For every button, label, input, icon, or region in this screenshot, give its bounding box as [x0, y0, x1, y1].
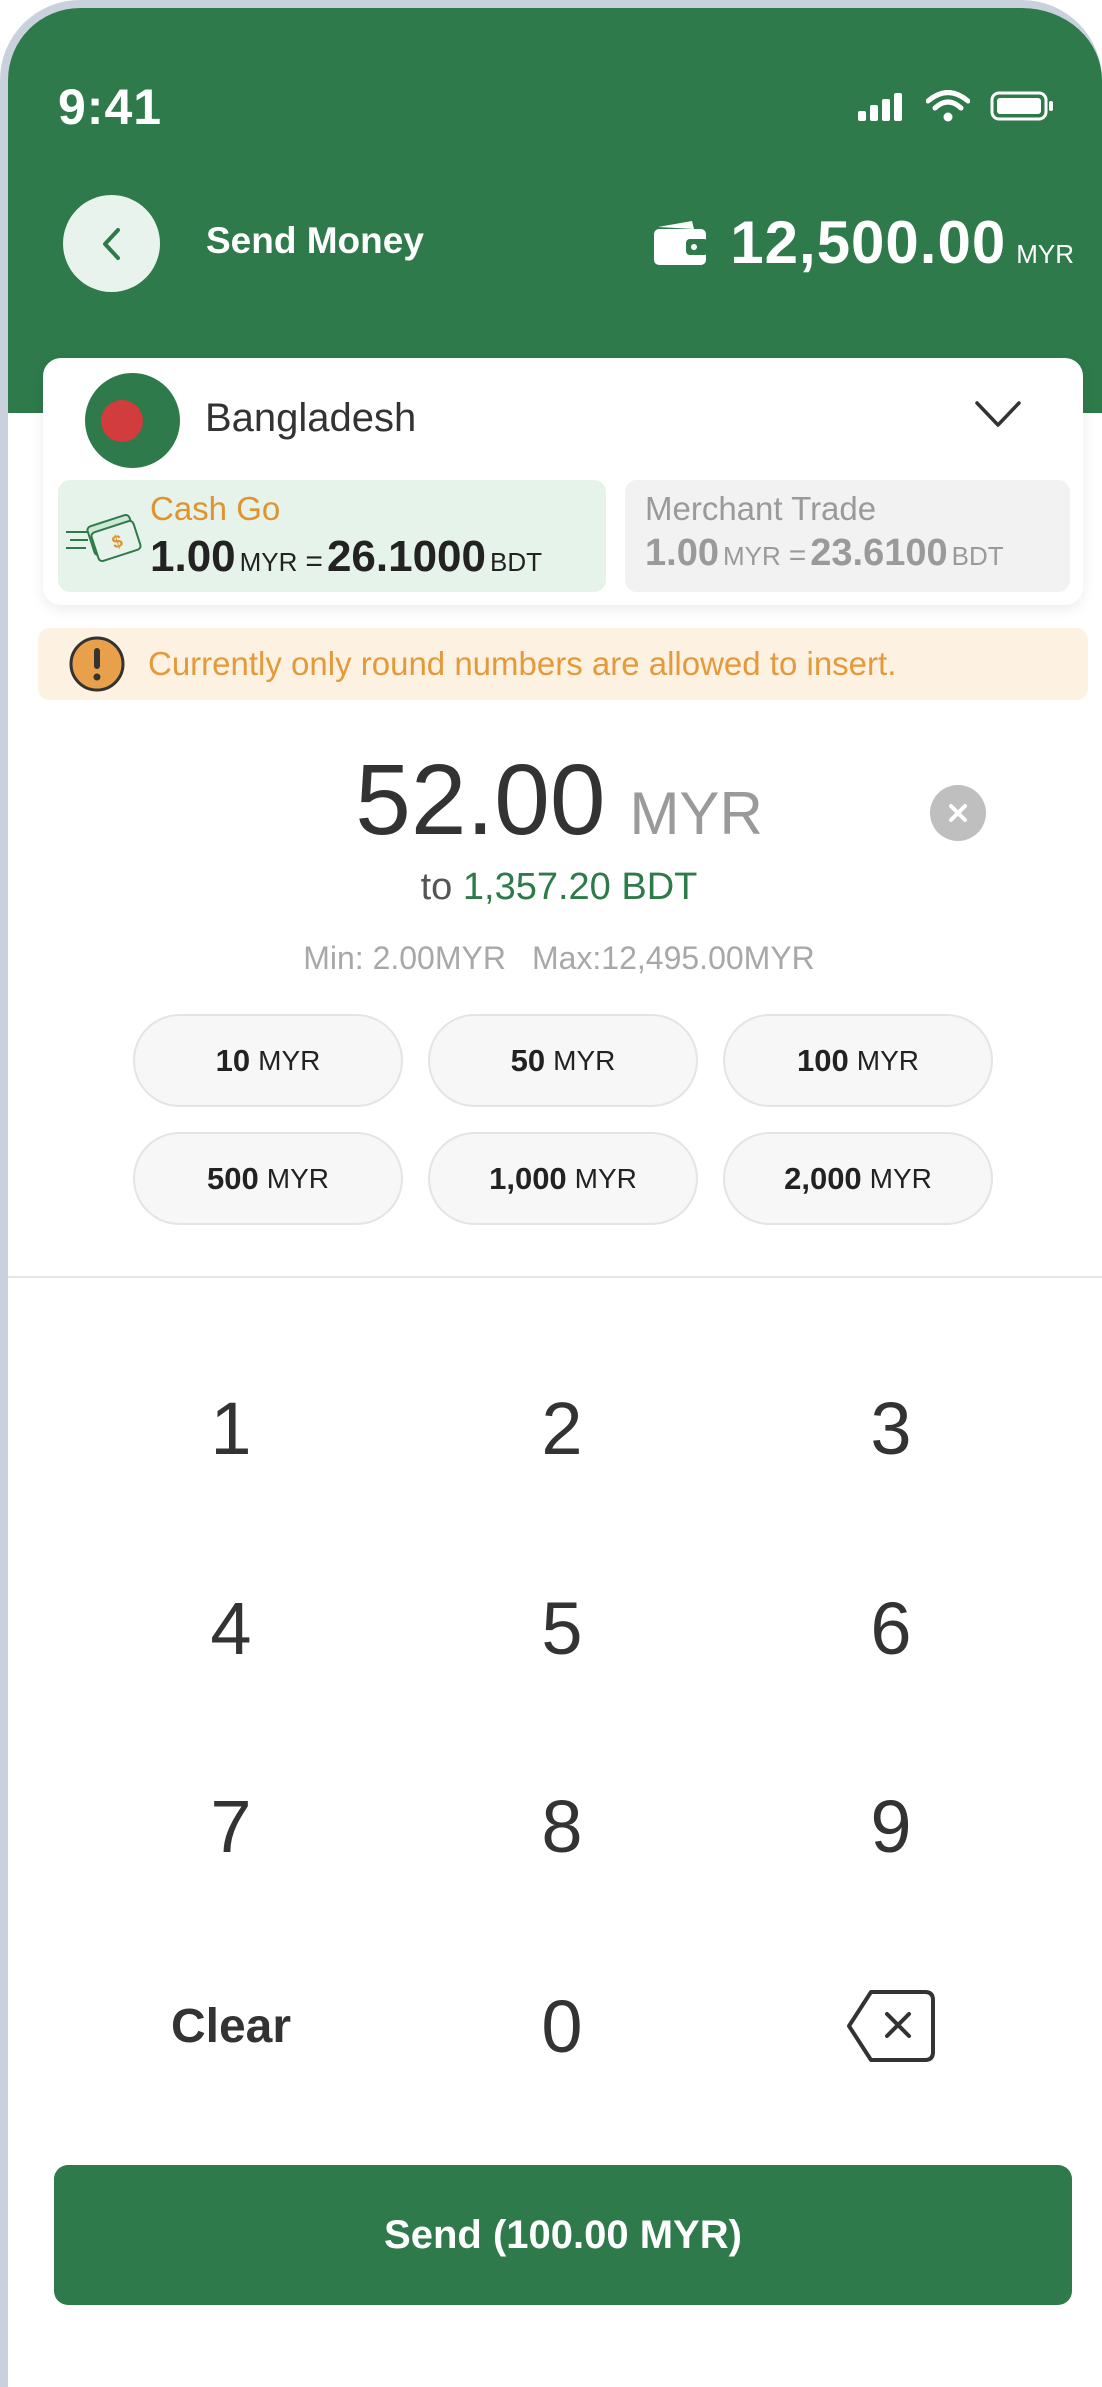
- status-time: 9:41: [58, 79, 163, 135]
- key-8[interactable]: 8: [462, 1746, 662, 1906]
- quick-amount-chip[interactable]: 10 MYR: [133, 1014, 403, 1107]
- phone-screen: 9:41 Send Money 12,500.00 MYR Bangladesh…: [0, 0, 1102, 2387]
- wifi-icon: [926, 90, 970, 122]
- quick-amount-chip[interactable]: 500 MYR: [133, 1132, 403, 1225]
- amount-value: 52.00: [355, 744, 606, 856]
- quick-amount-chip[interactable]: 2,000 MYR: [723, 1132, 993, 1225]
- balance-amount: 12,500.00: [730, 209, 1007, 276]
- page-title: Send Money: [206, 220, 424, 261]
- balance-currency: MYR: [1016, 239, 1074, 269]
- key-9[interactable]: 9: [791, 1746, 991, 1906]
- exchange-rate: 1.00 MYR =26.1000 BDT: [150, 532, 543, 581]
- battery-icon: [990, 91, 1053, 121]
- amount-currency: MYR: [629, 780, 763, 847]
- amount-limits: Min: 2.00MYR Max:12,495.00MYR: [8, 940, 1102, 977]
- rate-option-merchant-trade[interactable]: Merchant Trade 1.00 MYR = 23.6100 BDT: [625, 480, 1070, 592]
- rate-label: Cash Go: [150, 490, 281, 527]
- converted-amount: to 1,357.20 BDT: [420, 866, 698, 908]
- cash-money-icon: $: [66, 513, 142, 563]
- max-limit: Max:12,495.00MYR: [531, 940, 815, 976]
- send-button[interactable]: Send (100.00 MYR): [54, 2165, 1072, 2305]
- warning-banner: Currently only round numbers are allowed…: [38, 628, 1088, 700]
- quick-amount-chip[interactable]: 50 MYR: [428, 1014, 698, 1107]
- quick-amount-chip[interactable]: 1,000 MYR: [428, 1132, 698, 1225]
- warning-icon: [69, 636, 125, 692]
- exchange-rate: 1.00 MYR = 23.6100 BDT: [645, 532, 1004, 574]
- back-button[interactable]: [63, 195, 160, 292]
- key-7[interactable]: 7: [131, 1746, 331, 1906]
- quick-amount-chip[interactable]: 100 MYR: [723, 1014, 993, 1107]
- backspace-icon: [847, 1990, 935, 2062]
- rate-option-cash-go[interactable]: $ Cash Go 1.00 MYR =26.1000 BDT: [58, 480, 606, 592]
- key-2[interactable]: 2: [462, 1348, 662, 1508]
- key-1[interactable]: 1: [131, 1348, 331, 1508]
- key-3[interactable]: 3: [791, 1348, 991, 1508]
- key-5[interactable]: 5: [462, 1548, 662, 1708]
- chevron-left-icon: [102, 227, 120, 260]
- key-6[interactable]: 6: [791, 1548, 991, 1708]
- key-backspace[interactable]: [791, 1946, 991, 2106]
- quick-amounts: 10 MYR 50 MYR 100 MYR 500 MYR 1,000 MYR 2,000…: [133, 1014, 993, 1225]
- divider: [8, 1276, 1102, 1278]
- rate-label: Merchant Trade: [645, 490, 877, 527]
- warning-text: Currently only round numbers are allowed…: [148, 645, 897, 682]
- min-limit: Min: 2.00MYR: [303, 940, 506, 976]
- close-icon: [949, 804, 967, 822]
- country-name[interactable]: Bangladesh: [205, 396, 416, 441]
- signal-icon: [858, 93, 902, 121]
- wallet-icon: [654, 220, 709, 265]
- key-0[interactable]: 0: [462, 1946, 662, 2106]
- status-bar: 9:41: [8, 8, 1102, 208]
- clear-amount-button[interactable]: [930, 785, 986, 841]
- country-card: Bangladesh $ Cash Go 1.00 MYR =26.1000 BDT: [43, 358, 1083, 605]
- chevron-down-icon[interactable]: [973, 398, 1023, 430]
- wallet-balance: 12,500.00 MYR: [652, 208, 1074, 277]
- key-clear[interactable]: Clear: [131, 1946, 331, 2106]
- key-4[interactable]: 4: [131, 1548, 331, 1708]
- bangladesh-flag-icon: [85, 373, 180, 468]
